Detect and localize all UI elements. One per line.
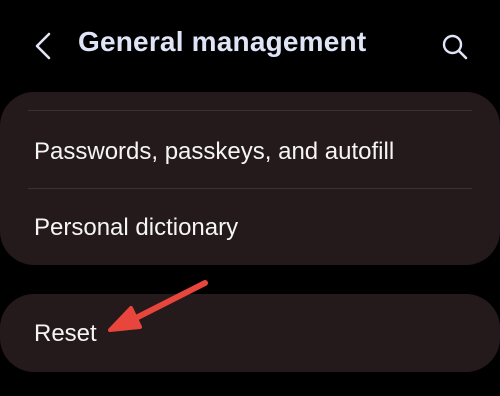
settings-card: Passwords, passkeys, and autofill Person… <box>0 92 500 265</box>
back-button[interactable] <box>26 28 60 64</box>
search-icon <box>442 34 468 60</box>
app-header: General management <box>0 0 500 92</box>
divider <box>28 188 472 189</box>
divider <box>28 110 472 111</box>
page-title: General management <box>78 26 367 57</box>
menu-item-personal-dictionary[interactable]: Personal dictionary <box>34 214 238 242</box>
reset-card[interactable]: Reset <box>0 294 500 372</box>
menu-item-passwords-passkeys-autofill[interactable]: Passwords, passkeys, and autofill <box>34 138 394 166</box>
chevron-left-icon <box>35 32 51 60</box>
menu-item-reset[interactable]: Reset <box>34 320 97 348</box>
search-button[interactable] <box>438 30 472 64</box>
